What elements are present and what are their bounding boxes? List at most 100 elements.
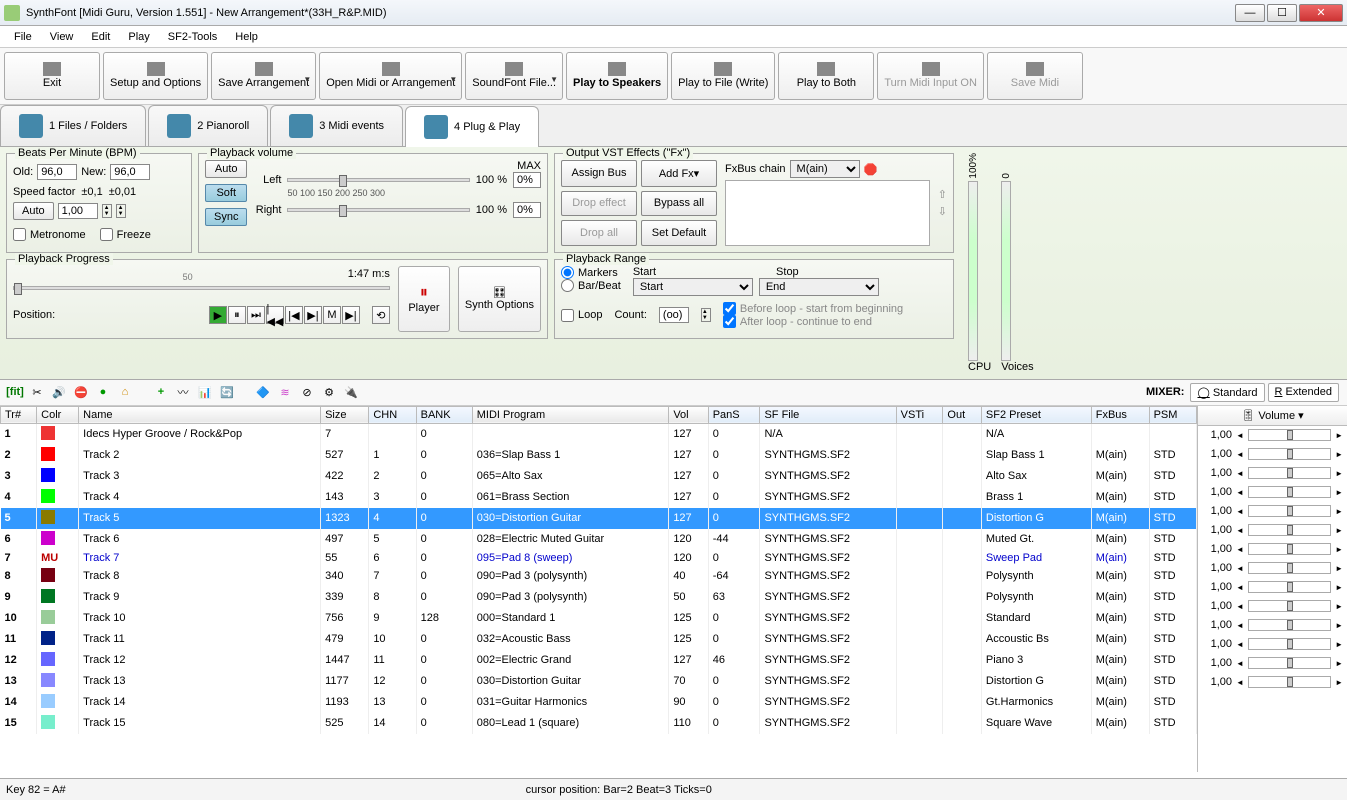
accept-icon[interactable]: ● xyxy=(94,383,112,401)
tb-turn-midi-input-on[interactable]: Turn Midi Input ON xyxy=(877,52,984,100)
tb-play-to-speakers[interactable]: Play to Speakers xyxy=(566,52,668,100)
before-loop-checkbox[interactable]: Before loop - start from beginning xyxy=(723,302,903,315)
loop-icon[interactable]: ⟲ xyxy=(372,306,390,324)
vol-sync-button[interactable]: Sync xyxy=(205,208,247,226)
menu-view[interactable]: View xyxy=(42,29,82,45)
track-row[interactable]: 10Track 107569128000=Standard 11250SYNTH… xyxy=(1,608,1197,629)
plugin-icon[interactable]: 🔌 xyxy=(342,383,360,401)
col-pans[interactable]: PanS xyxy=(708,406,760,423)
assign-bus-button[interactable]: Assign Bus xyxy=(561,160,637,187)
col-tr-[interactable]: Tr# xyxy=(1,406,37,423)
track-row[interactable]: 1Idecs Hyper Groove / Rock&Pop701270N/AN… xyxy=(1,423,1197,445)
stats-icon[interactable]: 📊 xyxy=(196,383,214,401)
drop-effect-button[interactable]: Drop effect xyxy=(561,191,637,217)
spin-down[interactable]: ▼ xyxy=(103,211,111,217)
marker-button[interactable]: M xyxy=(323,306,341,324)
tb-setup-and-options[interactable]: Setup and Options xyxy=(103,52,208,100)
mixer-row[interactable]: 1,00◄► xyxy=(1198,426,1347,445)
mixer-row[interactable]: 1,00◄► xyxy=(1198,654,1347,673)
progress-slider[interactable] xyxy=(13,286,390,290)
rewind-bar-button[interactable]: |◀◀ xyxy=(266,306,284,324)
fx-up-icon[interactable]: ⇧ xyxy=(938,188,947,201)
mixer-row[interactable]: 1,00◄► xyxy=(1198,445,1347,464)
play-button[interactable]: ▶ xyxy=(209,306,227,324)
col-chn[interactable]: CHN xyxy=(369,406,416,423)
vol-left-slider[interactable] xyxy=(287,178,469,182)
track-row[interactable]: 8Track 834070090=Pad 3 (polysynth)40-64S… xyxy=(1,566,1197,587)
mixer-row[interactable]: 1,00◄► xyxy=(1198,502,1347,521)
col-vol[interactable]: Vol xyxy=(669,406,708,423)
track-row[interactable]: 5Track 5132340030=Distortion Guitar1270S… xyxy=(1,508,1197,529)
cfg-icon[interactable]: ⚙ xyxy=(320,383,338,401)
mixer-extended-tab[interactable]: R Extended xyxy=(1268,383,1340,402)
track-row[interactable]: 11Track 11479100032=Acoustic Bass1250SYN… xyxy=(1,629,1197,650)
col-bank[interactable]: BANK xyxy=(416,406,472,423)
home-icon[interactable]: ⌂ xyxy=(116,383,134,401)
markers-radio[interactable]: Markers xyxy=(561,266,621,279)
add-fx-button[interactable]: Add Fx▾ xyxy=(641,160,717,187)
menu-play[interactable]: Play xyxy=(120,29,157,45)
link-icon[interactable]: ≋ xyxy=(276,383,294,401)
mixer-row[interactable]: 1,00◄► xyxy=(1198,483,1347,502)
menu-file[interactable]: File xyxy=(6,29,40,45)
mixer-row[interactable]: 1,00◄► xyxy=(1198,597,1347,616)
loop-checkbox[interactable]: Loop xyxy=(561,309,602,322)
col-size[interactable]: Size xyxy=(321,406,369,423)
spin-down2[interactable]: ▼ xyxy=(117,211,125,217)
col-sf-preset[interactable]: SF2 Preset xyxy=(981,406,1091,423)
mixer-row[interactable]: 1,00◄► xyxy=(1198,673,1347,692)
col-psm[interactable]: PSM xyxy=(1149,406,1196,423)
tb-play-to-both[interactable]: Play to Both xyxy=(778,52,874,100)
col-name[interactable]: Name xyxy=(79,406,321,423)
drop-all-button[interactable]: Drop all xyxy=(561,220,637,246)
close-button[interactable]: ✕ xyxy=(1299,4,1343,22)
tab--files-folders[interactable]: 1 Files / Folders xyxy=(0,105,146,146)
track-row[interactable]: 6Track 649750028=Electric Muted Guitar12… xyxy=(1,529,1197,550)
bypass-all-button[interactable]: Bypass all xyxy=(641,191,717,217)
count-down[interactable]: ▼ xyxy=(702,315,710,321)
bpm-old-input[interactable] xyxy=(37,164,77,180)
fxbus-chain-select[interactable]: M(ain) xyxy=(790,160,860,178)
speaker-icon[interactable]: 🔊 xyxy=(50,383,68,401)
track-row[interactable]: 2Track 252710036=Slap Bass 11270SYNTHGMS… xyxy=(1,445,1197,466)
mixer-row[interactable]: 1,00◄► xyxy=(1198,464,1347,483)
col-sf-file[interactable]: SF File xyxy=(760,406,896,423)
mixer-row[interactable]: 1,00◄► xyxy=(1198,540,1347,559)
tracks-table[interactable]: Tr#ColrNameSizeCHNBANKMIDI ProgramVolPan… xyxy=(0,406,1197,772)
vol-soft-button[interactable]: Soft xyxy=(205,184,247,202)
after-loop-checkbox[interactable]: After loop - continue to end xyxy=(723,315,903,328)
wave-icon[interactable]: 〰 xyxy=(174,383,192,401)
track-row[interactable]: 9Track 933980090=Pad 3 (polysynth)5063SY… xyxy=(1,587,1197,608)
unlink-icon[interactable]: ⊘ xyxy=(298,383,316,401)
next-button[interactable]: ⏭ xyxy=(247,306,265,324)
tb-play-to-file-write-[interactable]: Play to File (Write) xyxy=(671,52,775,100)
track-row[interactable]: 13Track 131177120030=Distortion Guitar70… xyxy=(1,671,1197,692)
tb-save-arrangement[interactable]: Save Arrangement▼ xyxy=(211,52,316,100)
minimize-button[interactable]: — xyxy=(1235,4,1265,22)
fxbus-delete-icon[interactable]: 🛑 xyxy=(864,163,878,176)
tab--plug-play[interactable]: 4 Plug & Play xyxy=(405,106,539,147)
tb-save-midi[interactable]: Save Midi xyxy=(987,52,1083,100)
fx-down-icon[interactable]: ⇩ xyxy=(938,205,947,218)
tb-open-midi-or-arrangement[interactable]: Open Midi or Arrangement▼ xyxy=(319,52,462,100)
fxbus-listbox[interactable] xyxy=(725,180,930,246)
track-row[interactable]: 7MUTrack 75560095=Pad 8 (sweep)1200SYNTH… xyxy=(1,550,1197,566)
deny-icon[interactable]: ⛔ xyxy=(72,383,90,401)
mixer-row[interactable]: 1,00◄► xyxy=(1198,635,1347,654)
mixer-row[interactable]: 1,00◄► xyxy=(1198,559,1347,578)
preset-icon[interactable]: 🔷 xyxy=(254,383,272,401)
count-input[interactable] xyxy=(659,307,689,323)
track-row[interactable]: 4Track 414330061=Brass Section1270SYNTHG… xyxy=(1,487,1197,508)
rewind-beat-button[interactable]: |◀ xyxy=(285,306,303,324)
col-colr[interactable]: Colr xyxy=(37,406,79,423)
add-icon[interactable]: + xyxy=(152,383,170,401)
col-fxbus[interactable]: FxBus xyxy=(1091,406,1149,423)
set-default-button[interactable]: Set Default xyxy=(641,220,717,246)
track-row[interactable]: 15Track 15525140080=Lead 1 (square)1100S… xyxy=(1,713,1197,734)
col-midi-program[interactable]: MIDI Program xyxy=(472,406,669,423)
fit-icon[interactable]: [fit] xyxy=(6,383,24,401)
start-select[interactable]: Start xyxy=(633,278,753,296)
forward-bar-button[interactable]: ▶| xyxy=(342,306,360,324)
pause-button[interactable]: ⏸ xyxy=(228,306,246,324)
col-vsti[interactable]: VSTi xyxy=(896,406,943,423)
